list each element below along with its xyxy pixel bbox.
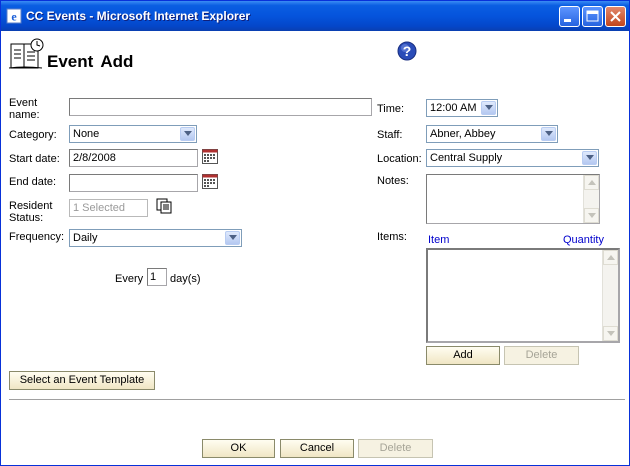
start-date-input[interactable]: 2/8/2008 [69, 149, 198, 167]
location-label: Location: [377, 153, 422, 165]
internet-explorer-icon: e [6, 8, 22, 24]
items-column-item[interactable]: Item [428, 234, 449, 246]
chevron-down-icon[interactable] [582, 151, 597, 165]
category-label: Category: [9, 129, 57, 141]
copy-list-icon[interactable] [156, 198, 174, 214]
close-icon [610, 11, 621, 22]
notes-label: Notes: [377, 175, 409, 187]
location-select[interactable]: Central Supply [426, 149, 599, 167]
category-value: None [73, 128, 100, 140]
chevron-down-icon[interactable] [180, 127, 195, 141]
event-name-input[interactable] [69, 98, 372, 116]
close-button[interactable] [605, 6, 626, 27]
event-name-label: Event name: [9, 97, 49, 121]
resident-status-label-text: Resident Status: [9, 200, 53, 224]
start-date-label: Start date: [9, 153, 60, 165]
help-icon[interactable]: ? [397, 41, 417, 61]
staff-value: Abner, Abbey [430, 128, 496, 140]
end-date-label: End date: [9, 176, 57, 188]
scroll-down-button[interactable] [584, 208, 599, 223]
every-interval-input[interactable]: 1 [147, 268, 167, 286]
every-prefix: Every [115, 273, 144, 285]
items-label: Items: [377, 231, 407, 243]
minimize-button[interactable] [559, 6, 580, 27]
items-scrollbar[interactable] [602, 250, 618, 341]
resident-status-field: 1 Selected [69, 199, 148, 217]
page-title: Event Add [47, 52, 134, 71]
scroll-up-button[interactable] [603, 250, 618, 265]
window-title: CC Events - Microsoft Internet Explorer [26, 9, 251, 23]
time-select[interactable]: 12:00 AM [426, 99, 498, 117]
chevron-down-icon[interactable] [541, 127, 556, 141]
maximize-button[interactable] [582, 6, 603, 27]
chevron-down-icon[interactable] [481, 101, 496, 115]
end-date-input[interactable] [69, 174, 198, 192]
staff-label: Staff: [377, 129, 403, 141]
maximize-icon [586, 10, 599, 22]
title-bar[interactable]: e CC Events - Microsoft Internet Explore… [1, 1, 629, 31]
scroll-down-button[interactable] [603, 326, 618, 341]
calendar-icon[interactable] [202, 174, 218, 189]
calendar-book-icon [8, 38, 44, 69]
items-column-quantity[interactable]: Quantity [563, 234, 604, 246]
svg-text:e: e [11, 10, 17, 24]
event-name-label-text: Event name: [9, 97, 40, 121]
add-item-button[interactable]: Add [426, 346, 500, 365]
cancel-button[interactable]: Cancel [280, 439, 354, 458]
divider [9, 399, 625, 401]
items-list[interactable] [426, 248, 620, 343]
every-suffix: day(s) [170, 273, 201, 285]
frequency-value: Daily [73, 232, 98, 244]
location-value: Central Supply [430, 152, 503, 164]
select-event-template-button[interactable]: Select an Event Template [9, 371, 155, 390]
delete-event-button[interactable]: Delete [358, 439, 433, 458]
category-select[interactable]: None [69, 125, 197, 143]
chevron-down-icon[interactable] [225, 231, 240, 245]
frequency-label: Frequency: [9, 231, 65, 243]
notes-textarea[interactable] [426, 174, 600, 224]
svg-text:?: ? [403, 43, 412, 59]
time-label: Time: [377, 103, 405, 115]
frequency-select[interactable]: Daily [69, 229, 242, 247]
ok-button[interactable]: OK [202, 439, 275, 458]
resident-status-label: Resident Status: [9, 200, 59, 224]
minimize-icon [564, 19, 571, 22]
time-value: 12:00 AM [430, 102, 477, 114]
calendar-icon[interactable] [202, 149, 218, 164]
notes-scrollbar[interactable] [583, 175, 599, 223]
delete-item-button[interactable]: Delete [504, 346, 579, 365]
scroll-up-button[interactable] [584, 175, 599, 190]
staff-select[interactable]: Abner, Abbey [426, 125, 558, 143]
ie-window: e CC Events - Microsoft Internet Explore… [0, 0, 630, 466]
